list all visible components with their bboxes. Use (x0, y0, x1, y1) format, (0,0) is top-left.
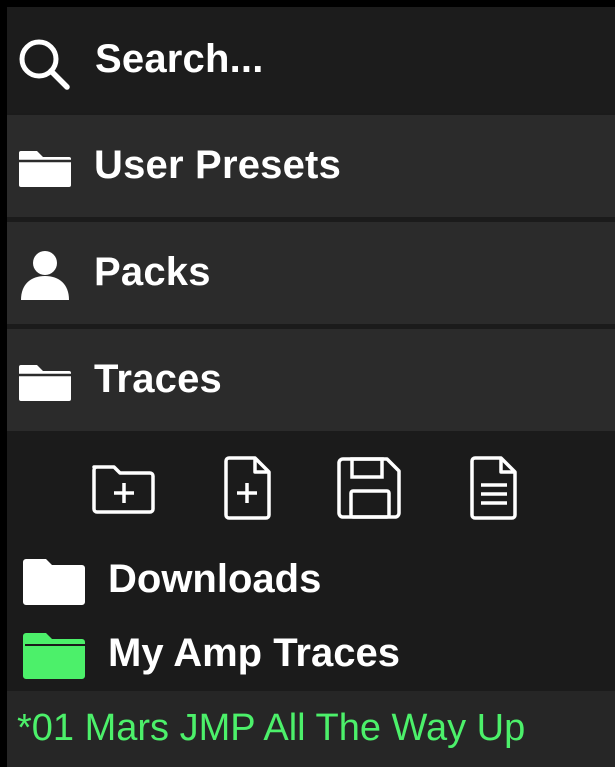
new-folder-icon[interactable] (89, 453, 159, 523)
nav-item-label: Traces (94, 357, 222, 401)
document-icon[interactable] (459, 453, 529, 523)
tree-item-label: My Amp Traces (108, 631, 400, 675)
folder-icon (23, 559, 85, 605)
folder-icon (19, 365, 71, 401)
tree-item-label: Downloads (108, 557, 322, 601)
nav-item-user-presets[interactable]: User Presets (7, 115, 615, 217)
selected-file-row[interactable]: *01 Mars JMP All The Way Up (7, 691, 615, 767)
nav-item-label: Packs (94, 250, 211, 294)
file-toolbar (7, 433, 615, 543)
new-file-icon[interactable] (213, 453, 283, 523)
selected-file-label: *01 Mars JMP All The Way Up (17, 707, 526, 749)
folder-icon (19, 151, 71, 187)
tree-item-my-amp-traces[interactable]: My Amp Traces (7, 619, 615, 687)
search-bar[interactable]: Search... (7, 7, 615, 113)
person-icon (21, 251, 69, 300)
folder-icon (23, 633, 85, 679)
nav-item-traces[interactable]: Traces (7, 329, 615, 431)
browser-panel: Search... User Presets Packs Traces Down… (7, 7, 615, 767)
search-label: Search... (95, 37, 264, 81)
nav-item-label: User Presets (94, 143, 342, 187)
nav-item-packs[interactable]: Packs (7, 222, 615, 324)
search-icon (19, 39, 70, 90)
save-icon[interactable] (335, 453, 405, 523)
tree-item-downloads[interactable]: Downloads (7, 545, 615, 613)
